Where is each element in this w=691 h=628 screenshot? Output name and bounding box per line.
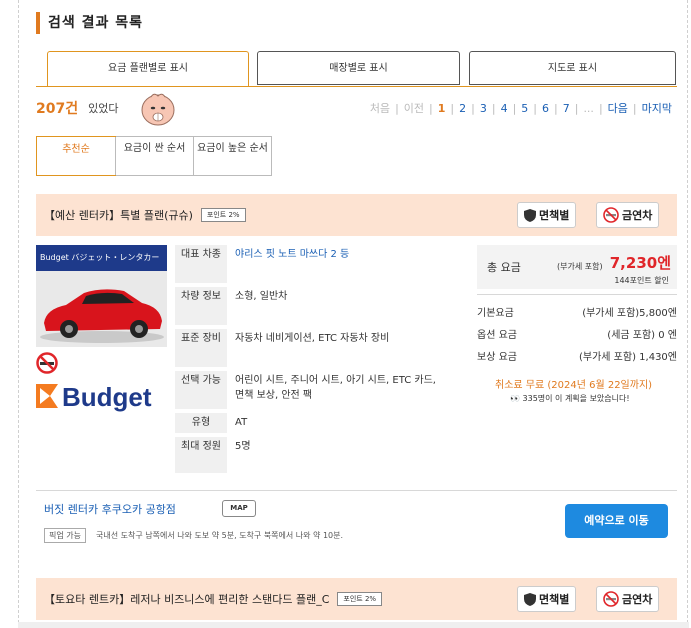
view-count-text: 335명이 이 계획을 보았습니다! bbox=[522, 394, 630, 403]
shield-icon bbox=[524, 208, 536, 222]
pickup-badge: 픽업 가능 bbox=[44, 528, 86, 543]
tab-by-store[interactable]: 매장별로 표시 bbox=[257, 51, 460, 85]
pager-page-4[interactable]: 4 bbox=[496, 102, 513, 115]
shield-icon bbox=[524, 592, 536, 606]
sort-options: 추천순 요금이 싼 순서 요금이 높은 순서 bbox=[36, 136, 272, 176]
no-smoking-icon bbox=[36, 352, 58, 374]
sort-recommended[interactable]: 추천순 bbox=[36, 136, 116, 176]
total-price-label: 총 요금 bbox=[487, 261, 521, 274]
tab-by-map[interactable]: 지도로 표시 bbox=[469, 51, 676, 85]
plan-name: 【토요타 렌트카】레저나 비즈니스에 편리한 스탠다드 플랜_C bbox=[44, 593, 330, 606]
pager-last[interactable]: 마지막 bbox=[637, 100, 677, 116]
section-divider bbox=[36, 490, 677, 491]
bottom-edge bbox=[18, 622, 689, 628]
photo-banner: Budget バジェット・レンタカー bbox=[36, 245, 167, 271]
spec-value-capacity: 5명 bbox=[235, 441, 251, 452]
fee-row-base: 기본요금 (부가세 포함)5,800엔 bbox=[477, 304, 677, 319]
tab-by-plan[interactable]: 요금 플랜별로 표시 bbox=[47, 51, 249, 87]
pager-page-3[interactable]: 3 bbox=[475, 102, 492, 115]
nonsmoking-label: 금연차 bbox=[622, 593, 653, 606]
no-smoking-icon bbox=[603, 591, 619, 607]
pager-page-1[interactable]: 1 bbox=[433, 102, 451, 115]
sort-price-high[interactable]: 요금이 높은 순서 bbox=[193, 137, 271, 175]
eyes-icon: 👀 bbox=[510, 394, 520, 403]
fee-value: (부가세 포함) 1,430엔 bbox=[579, 352, 677, 363]
pager-page-7[interactable]: 7 bbox=[558, 102, 575, 115]
spec-label-vehicle: 차량 정보 bbox=[175, 287, 227, 325]
nonsmoking-button[interactable]: 금연차 bbox=[596, 586, 660, 612]
spec-label-options: 선택 가능 bbox=[175, 371, 227, 409]
fee-label: 옵션 요금 bbox=[477, 330, 517, 341]
spec-label-model: 대표 차종 bbox=[175, 245, 227, 283]
fee-row-compensation: 보상 요금 (부가세 포함) 1,430엔 bbox=[477, 348, 677, 363]
cancel-policy: 취소료 무료 (2024년 6월 22일까지) bbox=[495, 380, 653, 391]
svg-text:Budget: Budget bbox=[62, 382, 152, 412]
spec-value-type: AT bbox=[235, 417, 248, 428]
peach-mascot-icon bbox=[141, 93, 175, 126]
total-price: 7,230엔 bbox=[609, 254, 671, 272]
point-badge: 포인트 2% bbox=[337, 592, 383, 606]
price-divider bbox=[477, 294, 677, 295]
insurance-label: 면책별 bbox=[539, 209, 570, 222]
result-count-suffix: 있었다 bbox=[88, 102, 119, 115]
fee-label: 보상 요금 bbox=[477, 352, 517, 363]
result-count: 207건 bbox=[36, 101, 79, 117]
fee-row-option: 옵션 요금 (세금 포함) 0 엔 bbox=[477, 326, 677, 341]
reserve-button[interactable]: 예약으로 이동 bbox=[565, 504, 668, 538]
pickup-description: 국내선 도착구 남쪽에서 나와 도보 약 5분, 도착구 북쪽에서 나와 약 1… bbox=[96, 531, 344, 540]
insurance-label: 면책별 bbox=[539, 593, 570, 606]
plan-name: 【예산 렌터카】특별 플랜(규슈) bbox=[44, 209, 193, 222]
pager-page-6[interactable]: 6 bbox=[537, 102, 554, 115]
spec-value-model[interactable]: 야리스 핏 노트 마쓰다 2 등 bbox=[235, 247, 445, 262]
page-title: 검색 결과 목록 bbox=[36, 12, 143, 34]
budget-logo: Budget bbox=[36, 380, 168, 412]
spec-label-type: 유형 bbox=[175, 413, 227, 433]
point-badge: 포인트 2% bbox=[200, 208, 246, 222]
nonsmoking-label: 금연차 bbox=[622, 209, 653, 222]
map-button[interactable]: MAP bbox=[222, 500, 256, 517]
plan-header: 【예산 렌터카】특별 플랜(규슈) 포인트 2% 면책별 금연차 bbox=[36, 194, 677, 236]
spec-value-equipment: 자동차 네비게이션, ETC 자동차 장비 bbox=[235, 333, 390, 344]
plan-header: 【토요타 렌트카】레저나 비즈니스에 편리한 스탠다드 플랜_C 포인트 2% … bbox=[36, 578, 677, 620]
spec-label-equipment: 표준 장비 bbox=[175, 329, 227, 367]
total-tax-note: (부가세 포함) bbox=[557, 262, 603, 271]
pager-prev[interactable]: 이전 bbox=[399, 100, 429, 116]
pager-page-2[interactable]: 2 bbox=[454, 102, 471, 115]
car-photo: Budget バジェット・レンタカー bbox=[36, 245, 167, 347]
shop-name-link[interactable]: 버짓 렌터카 후쿠오카 공항점 bbox=[44, 501, 176, 517]
fee-label: 기본요금 bbox=[477, 308, 514, 319]
insurance-button[interactable]: 면책별 bbox=[517, 202, 577, 228]
spec-label-capacity: 최대 정원 bbox=[175, 437, 227, 473]
sort-price-low[interactable]: 요금이 싼 순서 bbox=[115, 137, 193, 175]
fee-value: (세금 포함) 0 엔 bbox=[607, 330, 677, 341]
red-car-image bbox=[36, 271, 167, 347]
pagination: 처음 | 이전 | 1 | 2 | 3 | 4 | 5 | 6 | 7 | ... | 다음 | 마지… bbox=[365, 100, 677, 116]
no-smoking-icon bbox=[603, 207, 619, 223]
pager-next[interactable]: 다음 bbox=[603, 100, 633, 116]
pager-ellipsis: ... bbox=[583, 101, 594, 115]
budget-logo-icon: Budget bbox=[36, 382, 152, 412]
fee-value: (부가세 포함)5,800엔 bbox=[582, 308, 677, 319]
result-count-row: 207건 있었다 bbox=[36, 96, 118, 120]
view-count: 👀 335명이 이 계획을 보았습니다! bbox=[510, 393, 630, 404]
tab-underline bbox=[36, 86, 677, 87]
spec-value-vehicle: 소형, 일반차 bbox=[235, 291, 288, 302]
pager-page-5[interactable]: 5 bbox=[516, 102, 533, 115]
insurance-button[interactable]: 면책별 bbox=[517, 586, 577, 612]
spec-value-options: 어린이 시트, 주니어 시트, 아기 시트, ETC 카드, 면책 보상, 안전… bbox=[235, 375, 436, 401]
nonsmoking-button[interactable]: 금연차 bbox=[596, 202, 660, 228]
total-price-box: 총 요금 (부가세 포함) 7,230엔 144포인트 할인 bbox=[477, 245, 677, 289]
points-discount: 144포인트 할인 bbox=[614, 276, 669, 285]
pager-first[interactable]: 처음 bbox=[365, 100, 395, 116]
